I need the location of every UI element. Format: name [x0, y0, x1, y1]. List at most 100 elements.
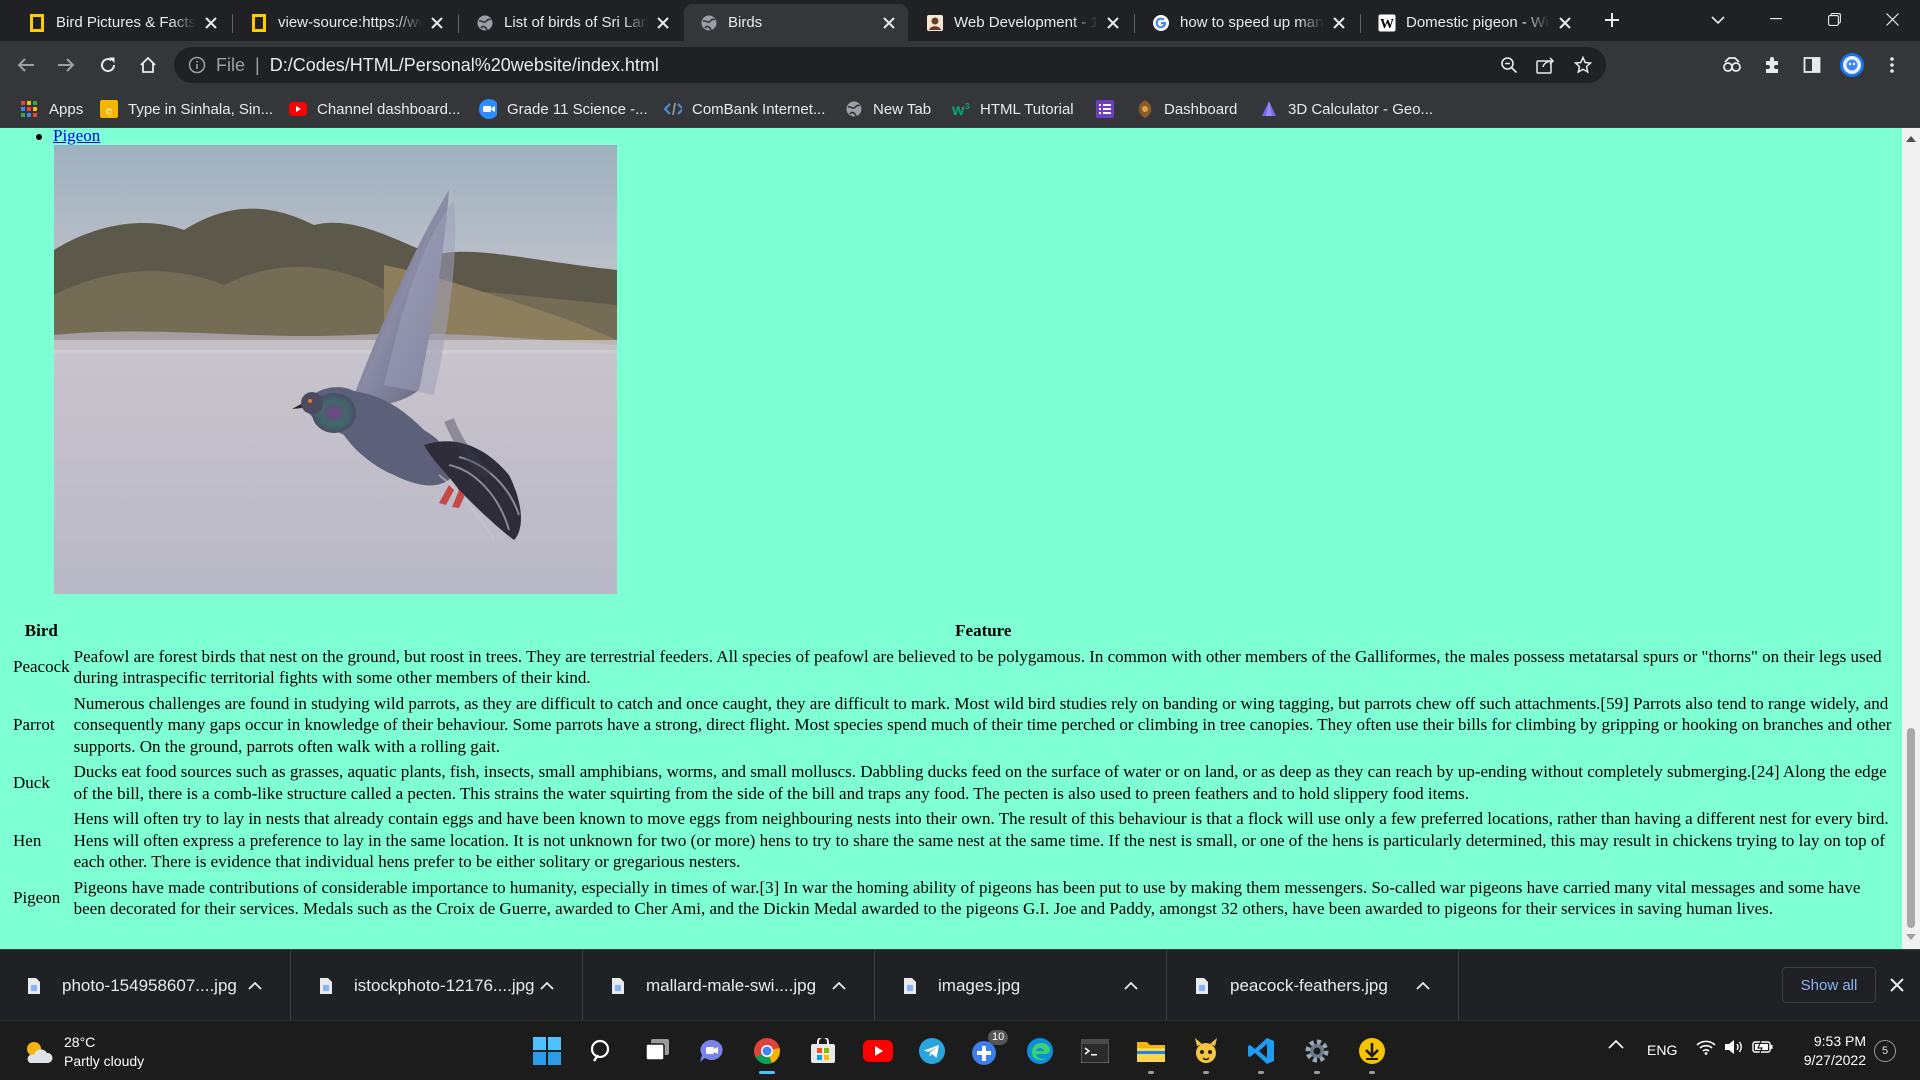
file-icon [1194, 977, 1210, 995]
home-icon [139, 56, 157, 74]
close-window-button[interactable] [1864, 0, 1920, 38]
youtube-icon [863, 1040, 893, 1062]
telegram-taskbar-button[interactable] [914, 1033, 950, 1069]
downloader-taskbar-button[interactable] [1354, 1033, 1390, 1074]
tab-strip: Bird Pictures & Facts view-source:https:… [0, 0, 1920, 41]
bookmark-dashboard[interactable]: Dashboard [1136, 97, 1237, 121]
close-icon[interactable] [1886, 974, 1908, 996]
download-item[interactable]: peacock-feathers.jpg [1168, 950, 1459, 1021]
tab-bird-pictures[interactable]: Bird Pictures & Facts [12, 4, 230, 41]
quick-settings-button[interactable] [1696, 1039, 1774, 1055]
home-button[interactable] [132, 49, 164, 81]
column-header-bird: Bird [24, 621, 58, 640]
download-item[interactable]: mallard-male-swi....jpg [584, 950, 875, 1021]
menu-button[interactable] [1876, 49, 1908, 81]
tab-domestic-pigeon[interactable]: W Domestic pigeon - Wiki [1362, 4, 1584, 41]
zoom-icon[interactable] [1500, 56, 1518, 74]
teams-chat-button[interactable] [694, 1033, 730, 1069]
scroll-down-icon[interactable] [1906, 934, 1916, 940]
side-panel-button[interactable] [1796, 49, 1828, 81]
notification-count[interactable]: 5 [1874, 1040, 1896, 1062]
edge-taskbar-button[interactable] [1022, 1033, 1058, 1069]
star-icon[interactable] [1574, 56, 1592, 74]
messaging-taskbar-button[interactable]: 10 [968, 1030, 1009, 1069]
taskbar-search-button[interactable] [584, 1033, 620, 1069]
tab-birds-sri-lanka[interactable]: List of birds of Sri Lanka [460, 4, 682, 41]
restore-button[interactable] [1806, 0, 1862, 38]
chevron-up-icon[interactable] [246, 977, 264, 995]
scroll-up-icon[interactable] [1906, 136, 1916, 142]
terminal-taskbar-button[interactable] [1077, 1033, 1113, 1069]
settings-taskbar-button[interactable] [1299, 1033, 1335, 1074]
tab-divider [232, 14, 233, 33]
character-app-button[interactable] [1188, 1033, 1224, 1074]
forward-button[interactable] [50, 49, 82, 81]
bookmark-combank[interactable]: ComBank Internet... [664, 97, 825, 121]
minimize-icon [1770, 18, 1782, 20]
page-scrollbar[interactable] [1902, 128, 1920, 949]
scroll-thumb[interactable] [1907, 728, 1915, 928]
bookmark-channel-dashboard[interactable]: Channel dashboard... [289, 97, 460, 121]
download-item[interactable]: istockphoto-12176....jpg [292, 950, 583, 1021]
download-item[interactable]: photo-154958607....jpg [0, 950, 291, 1021]
close-tab-icon[interactable] [202, 14, 220, 32]
close-tab-icon[interactable] [428, 14, 446, 32]
tab-web-development[interactable]: Web Development - 1 [910, 4, 1132, 41]
back-button[interactable] [10, 49, 42, 81]
info-icon[interactable] [188, 56, 206, 74]
bookmark-list[interactable] [1096, 97, 1124, 121]
chevron-up-icon[interactable] [1414, 977, 1432, 995]
minimize-button[interactable] [1748, 0, 1804, 38]
vscode-taskbar-button[interactable] [1243, 1033, 1279, 1074]
task-view-icon [645, 1039, 671, 1063]
close-tab-icon[interactable] [1556, 14, 1574, 32]
chevron-up-icon[interactable] [538, 977, 556, 995]
tab-birds[interactable]: Birds [684, 4, 908, 41]
bookmark-type-in-sinhala[interactable]: අ Type in Sinhala, Sin... [100, 97, 273, 121]
zoom-icon [479, 99, 497, 119]
show-all-downloads-button[interactable]: Show all [1782, 967, 1876, 1003]
weather-temperature: 28°C [64, 1034, 96, 1050]
extensions-menu-button[interactable] [1756, 49, 1788, 81]
language-indicator[interactable]: ENG [1647, 1042, 1677, 1058]
bookmark-3d-calculator[interactable]: 3D Calculator - Geo... [1260, 97, 1433, 121]
close-tab-icon[interactable] [654, 14, 672, 32]
clock[interactable]: 9:53 PM 9/27/2022 [1790, 1032, 1866, 1070]
file-explorer-button[interactable] [1133, 1033, 1169, 1074]
close-tab-icon[interactable] [1104, 14, 1122, 32]
store-button[interactable] [805, 1033, 841, 1069]
reload-button[interactable] [92, 49, 124, 81]
bookmark-new-tab[interactable]: New Tab [845, 97, 931, 121]
download-filename: peacock-feathers.jpg [1230, 975, 1388, 995]
extension-button[interactable] [1716, 49, 1748, 81]
chevron-up-icon[interactable] [1122, 977, 1140, 995]
tab-search-button[interactable] [1702, 4, 1734, 36]
youtube-taskbar-button[interactable] [860, 1033, 896, 1069]
chrome-taskbar-button[interactable] [749, 1033, 785, 1074]
start-button[interactable] [529, 1033, 565, 1069]
bookmark-apps[interactable]: Apps [20, 97, 83, 121]
bookmark-grade-11-science[interactable]: Grade 11 Science -... [479, 97, 648, 121]
youtube-channel-icon [926, 14, 944, 32]
close-tab-icon[interactable] [1330, 14, 1348, 32]
task-view-button[interactable] [640, 1033, 676, 1069]
feature-cell: Pigeons have made contributions of consi… [73, 877, 1861, 919]
chevron-up-icon[interactable] [830, 977, 848, 995]
mascot-icon [1191, 1036, 1221, 1066]
address-bar[interactable]: File | D:/Codes/HTML/Personal%20website/… [174, 47, 1606, 83]
bookmark-html-tutorial[interactable]: w3 HTML Tutorial [952, 97, 1074, 121]
profile-button[interactable] [1836, 49, 1868, 81]
bird-name-cell: Hen [13, 830, 42, 850]
tab-view-source[interactable]: view-source:https://www.w3schools.com [234, 4, 456, 41]
pigeon-link[interactable]: Pigeon [53, 128, 100, 145]
folder-icon [1136, 1038, 1166, 1064]
active-indicator [759, 1071, 775, 1074]
show-hidden-icons-button[interactable] [1608, 1039, 1624, 1049]
tab-google-search[interactable]: how to speed up many [1136, 4, 1358, 41]
new-tab-button[interactable] [1596, 4, 1628, 36]
share-icon[interactable] [1536, 56, 1556, 74]
weather-widget[interactable]: 28°C Partly cloudy [22, 1033, 144, 1071]
download-item[interactable]: images.jpg [876, 950, 1167, 1021]
url-text[interactable]: D:/Codes/HTML/Personal%20website/index.h… [270, 55, 659, 76]
close-tab-icon[interactable] [880, 14, 898, 32]
